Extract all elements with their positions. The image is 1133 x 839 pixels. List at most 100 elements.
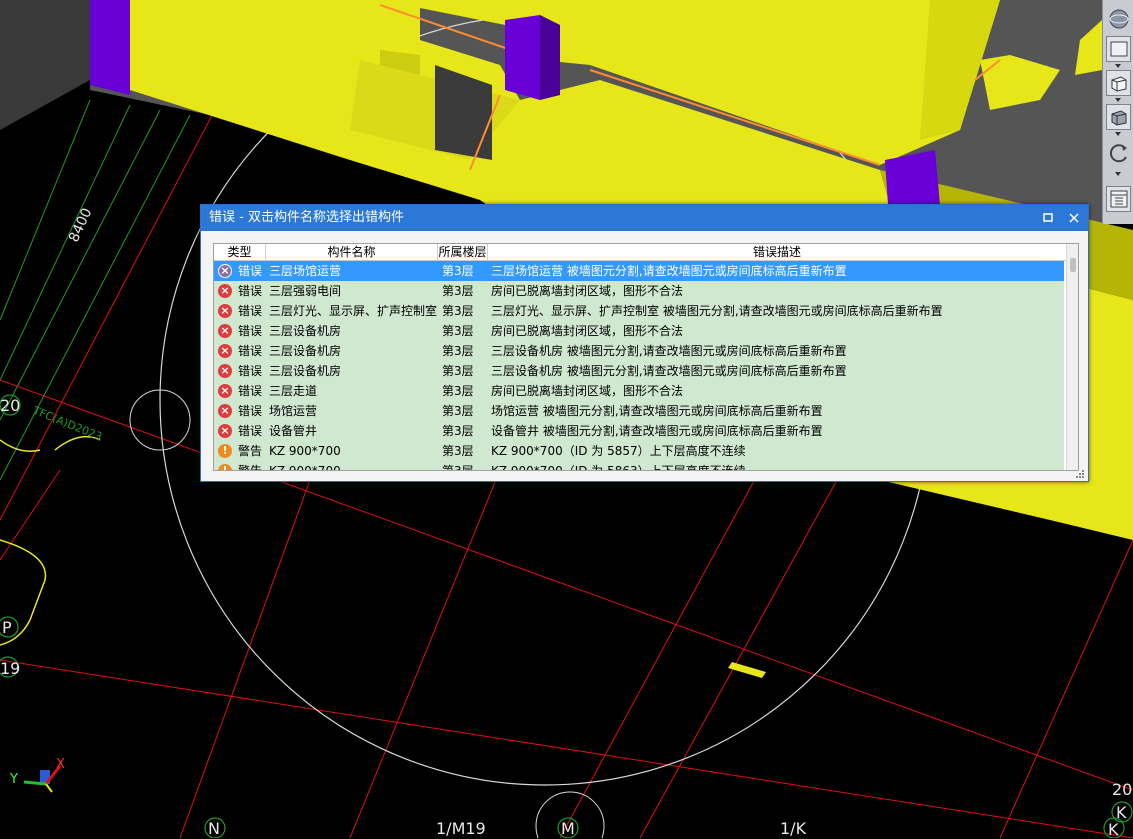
scrollbar-thumb[interactable] <box>1070 258 1076 272</box>
cell-floor: 第3层 <box>442 384 474 398</box>
cell-name[interactable]: KZ 900*700 <box>269 441 439 461</box>
error-icon: × <box>218 344 232 358</box>
column-header-floor[interactable]: 所属楼层 <box>438 244 488 260</box>
close-button[interactable] <box>1063 208 1085 228</box>
cell-name[interactable]: 三层设备机房 <box>269 361 439 381</box>
cell-description: 三层灯光、显示屏、扩声控制室 被墙图元分割,请查改墙图元或房间底标高后重新布置 <box>491 304 943 318</box>
cell-description: 房间已脱离墙封闭区域，图形不合法 <box>491 384 684 398</box>
table-row[interactable]: × 错误 三层场馆运营 第3层 三层场馆运营 被墙图元分割,请查改墙图元或房间底标高后重… <box>214 261 1064 281</box>
chevron-down-icon[interactable] <box>1115 98 1121 102</box>
small-element <box>728 662 766 678</box>
dialog-body: 类型 构件名称 所属楼层 错误描述 × 错误 三层场馆运营 第3层 三层场馆运营 被墙图… <box>201 231 1088 481</box>
globe-icon <box>1109 9 1128 29</box>
cell-description: 三层设备机房 被墙图元分割,请查改墙图元或房间底标高后重新布置 <box>491 364 847 378</box>
table-row[interactable]: × 错误 三层灯光、显示屏、扩声控制室 第3层 三层灯光、显示屏、扩声控制室 被墙图元分… <box>214 301 1064 321</box>
cell-type: 错误 <box>238 324 263 338</box>
cell-name[interactable]: 场馆运营 <box>269 401 439 421</box>
3d-box-button[interactable] <box>1106 70 1131 96</box>
cell-type: 警告 <box>238 464 263 471</box>
grid-panel-icon <box>1110 190 1127 208</box>
cell-floor: 第3层 <box>442 304 474 318</box>
cell-name[interactable]: 三层走道 <box>269 381 439 401</box>
column-header-description[interactable]: 错误描述 <box>488 244 1066 260</box>
error-icon: × <box>218 264 232 278</box>
table-row[interactable]: × 错误 设备管井 第3层 设备管井 被墙图元分割,请查改墙图元或房间底标高后重新布置 <box>214 421 1064 441</box>
error-icon: × <box>218 424 232 438</box>
solid-box-button[interactable] <box>1106 104 1131 130</box>
cell-floor: 第3层 <box>442 364 474 378</box>
error-table: 类型 构件名称 所属楼层 错误描述 × 错误 三层场馆运营 第3层 三层场馆运营 被墙图… <box>213 243 1079 471</box>
globe-button[interactable] <box>1106 6 1131 32</box>
cell-type: 警告 <box>238 444 263 458</box>
cell-floor: 第3层 <box>442 424 474 438</box>
axis-label-19: 19 <box>0 659 21 678</box>
cell-name[interactable]: 三层强弱电间 <box>269 281 439 301</box>
solid-box-icon <box>1111 110 1126 126</box>
table-row[interactable]: × 错误 三层强弱电间 第3层 房间已脱离墙封闭区域，图形不合法 <box>214 281 1064 301</box>
column-header-type[interactable]: 类型 <box>214 244 266 260</box>
triad-y-label: Y <box>10 772 18 787</box>
table-row[interactable]: × 错误 三层设备机房 第3层 三层设备机房 被墙图元分割,请查改墙图元或房间底标高后重… <box>214 341 1064 361</box>
cell-floor: 第3层 <box>442 444 474 458</box>
error-icon: × <box>218 364 232 378</box>
table-rows: × 错误 三层场馆运营 第3层 三层场馆运营 被墙图元分割,请查改墙图元或房间底标高后重… <box>214 261 1066 471</box>
dialog-title-bar[interactable]: 错误 - 双击构件名称选择出错构件 <box>201 205 1088 231</box>
rotate-button[interactable] <box>1106 140 1131 166</box>
table-row[interactable]: × 错误 三层走道 第3层 房间已脱离墙封闭区域，图形不合法 <box>214 381 1064 401</box>
table-row[interactable]: × 错误 三层设备机房 第3层 三层设备机房 被墙图元分割,请查改墙图元或房间底标高后重… <box>214 361 1064 381</box>
cell-type: 错误 <box>238 344 263 358</box>
cell-name[interactable]: 三层场馆运营 <box>269 261 439 281</box>
dark-wall <box>0 0 90 130</box>
axis-label-K-2: K <box>1108 820 1119 839</box>
3d-box-icon <box>1111 76 1126 92</box>
column-header-name[interactable]: 构件名称 <box>266 244 438 260</box>
maximize-icon <box>1043 213 1053 222</box>
cell-name[interactable]: 三层设备机房 <box>269 321 439 341</box>
cell-name[interactable]: 三层设备机房 <box>269 341 439 361</box>
2d-view-icon <box>1110 41 1127 57</box>
error-icon: × <box>218 384 232 398</box>
chevron-down-icon[interactable] <box>1115 64 1121 68</box>
table-row[interactable]: ! 警告 KZ 900*700 第3层 KZ 900*700（ID 为 5857）上下层… <box>214 441 1064 461</box>
2d-view-button[interactable] <box>1106 36 1131 62</box>
cell-floor: 第3层 <box>442 464 474 471</box>
grid-lines-green <box>0 99 191 481</box>
cell-description: KZ 900*700（ID 为 5863）上下层高度不连续 <box>491 464 746 471</box>
cell-description: 三层设备机房 被墙图元分割,请查改墙图元或房间底标高后重新布置 <box>491 344 847 358</box>
axis-label-20: 20 <box>0 396 21 415</box>
cell-type: 错误 <box>238 404 263 418</box>
axis-label-P: P <box>2 618 12 637</box>
cell-floor: 第3层 <box>442 324 474 338</box>
resize-grip-icon[interactable] <box>1075 469 1085 479</box>
triad-line <box>45 783 53 793</box>
axis-label-20-right: 20 <box>1112 780 1133 799</box>
chevron-down-icon[interactable] <box>1115 172 1121 176</box>
triad-y-icon <box>23 780 47 786</box>
cell-description: 房间已脱离墙封闭区域，图形不合法 <box>491 284 684 298</box>
cell-description: 场馆运营 被墙图元分割,请查改墙图元或房间底标高后重新布置 <box>491 404 823 418</box>
error-icon: × <box>218 404 232 418</box>
table-row[interactable]: × 错误 三层设备机房 第3层 房间已脱离墙封闭区域，图形不合法 <box>214 321 1064 341</box>
table-row[interactable]: × 错误 场馆运营 第3层 场馆运营 被墙图元分割,请查改墙图元或房间底标高后重新布置 <box>214 401 1064 421</box>
triad-x-label: X <box>56 757 65 772</box>
cell-floor: 第3层 <box>442 284 474 298</box>
cell-description: 三层场馆运营 被墙图元分割,请查改墙图元或房间底标高后重新布置 <box>491 264 847 278</box>
vertical-scrollbar[interactable] <box>1066 244 1078 470</box>
cell-type: 错误 <box>238 304 263 318</box>
cell-description: KZ 900*700（ID 为 5857）上下层高度不连续 <box>491 444 746 458</box>
cell-name[interactable]: KZ 900*700 <box>269 461 439 470</box>
error-dialog: 错误 - 双击构件名称选择出错构件 类型 构件名称 所属楼层 错误描述 × 错误三… <box>200 204 1089 482</box>
table-row[interactable]: ! 警告 KZ 900*700 第3层 KZ 900*700（ID 为 5863）上下层… <box>214 461 1064 471</box>
table-header: 类型 构件名称 所属楼层 错误描述 <box>214 244 1066 261</box>
error-icon: × <box>218 304 232 318</box>
cell-floor: 第3层 <box>442 344 474 358</box>
cell-name[interactable]: 三层灯光、显示屏、扩声控制室 <box>269 301 439 321</box>
chevron-down-icon[interactable] <box>1115 132 1121 136</box>
error-icon: × <box>218 284 232 298</box>
maximize-button[interactable] <box>1037 208 1059 228</box>
dialog-title: 错误 - 双击构件名称选择出错构件 <box>209 210 404 225</box>
grid-panel-button[interactable] <box>1106 186 1131 212</box>
warning-icon: ! <box>218 444 232 458</box>
close-icon <box>1069 213 1079 223</box>
cell-name[interactable]: 设备管井 <box>269 421 439 441</box>
